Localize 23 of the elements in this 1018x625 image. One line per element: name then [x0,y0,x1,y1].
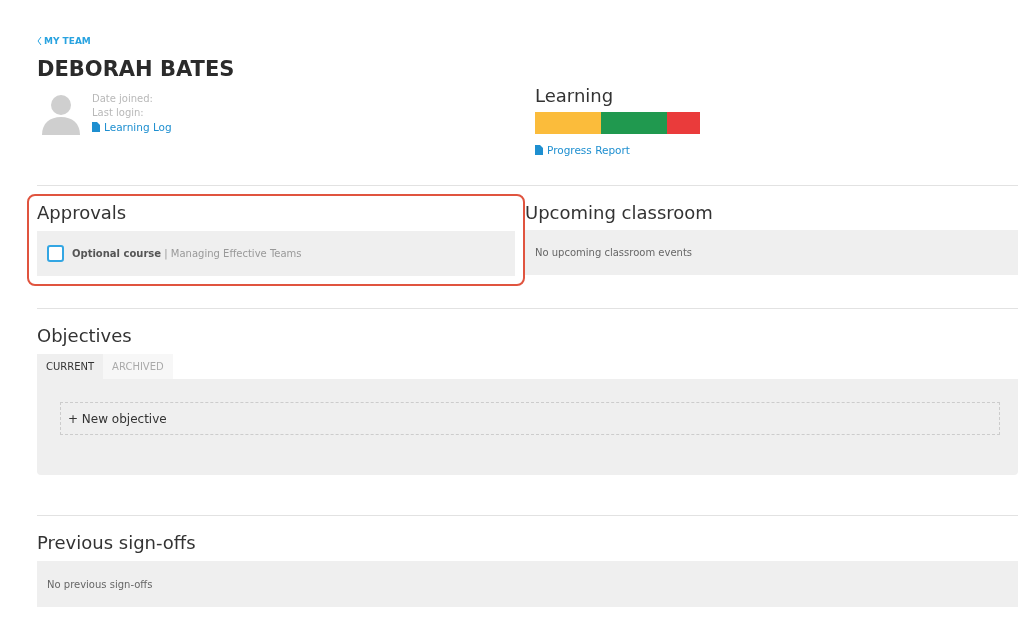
document-icon [92,122,100,132]
back-link[interactable]: MY TEAM [37,36,91,46]
empty-message: No previous sign-offs [47,578,153,590]
person-name: DEBORAH BATES [37,57,235,81]
section-title: Previous sign-offs [37,532,197,553]
section-title: Upcoming classroom [525,202,714,223]
avatar-icon [42,93,80,135]
tab[interactable]: ARCHIVED [103,354,173,379]
field-label: Last login: [92,107,145,118]
section-title: Approvals [37,202,128,223]
document-icon [535,145,543,155]
approval-text: Optional course | Managing Effective Teams [72,248,302,259]
progress-report-link[interactable]: Progress Report [535,144,630,156]
approval-row[interactable]: Optional course | Managing Effective Teams [37,231,515,276]
learning-log-link[interactable]: Learning Log [92,121,172,133]
empty-message: No upcoming classroom events [535,247,693,258]
tab[interactable]: CURRENT [37,354,104,379]
section-title: Learning [535,85,614,106]
field-label: Date joined: [92,93,154,104]
checkbox[interactable] [47,245,64,262]
chevron-left-icon [37,37,42,45]
section-title: Objectives [37,325,132,346]
new-objective-button[interactable]: + New objective [60,402,1000,435]
